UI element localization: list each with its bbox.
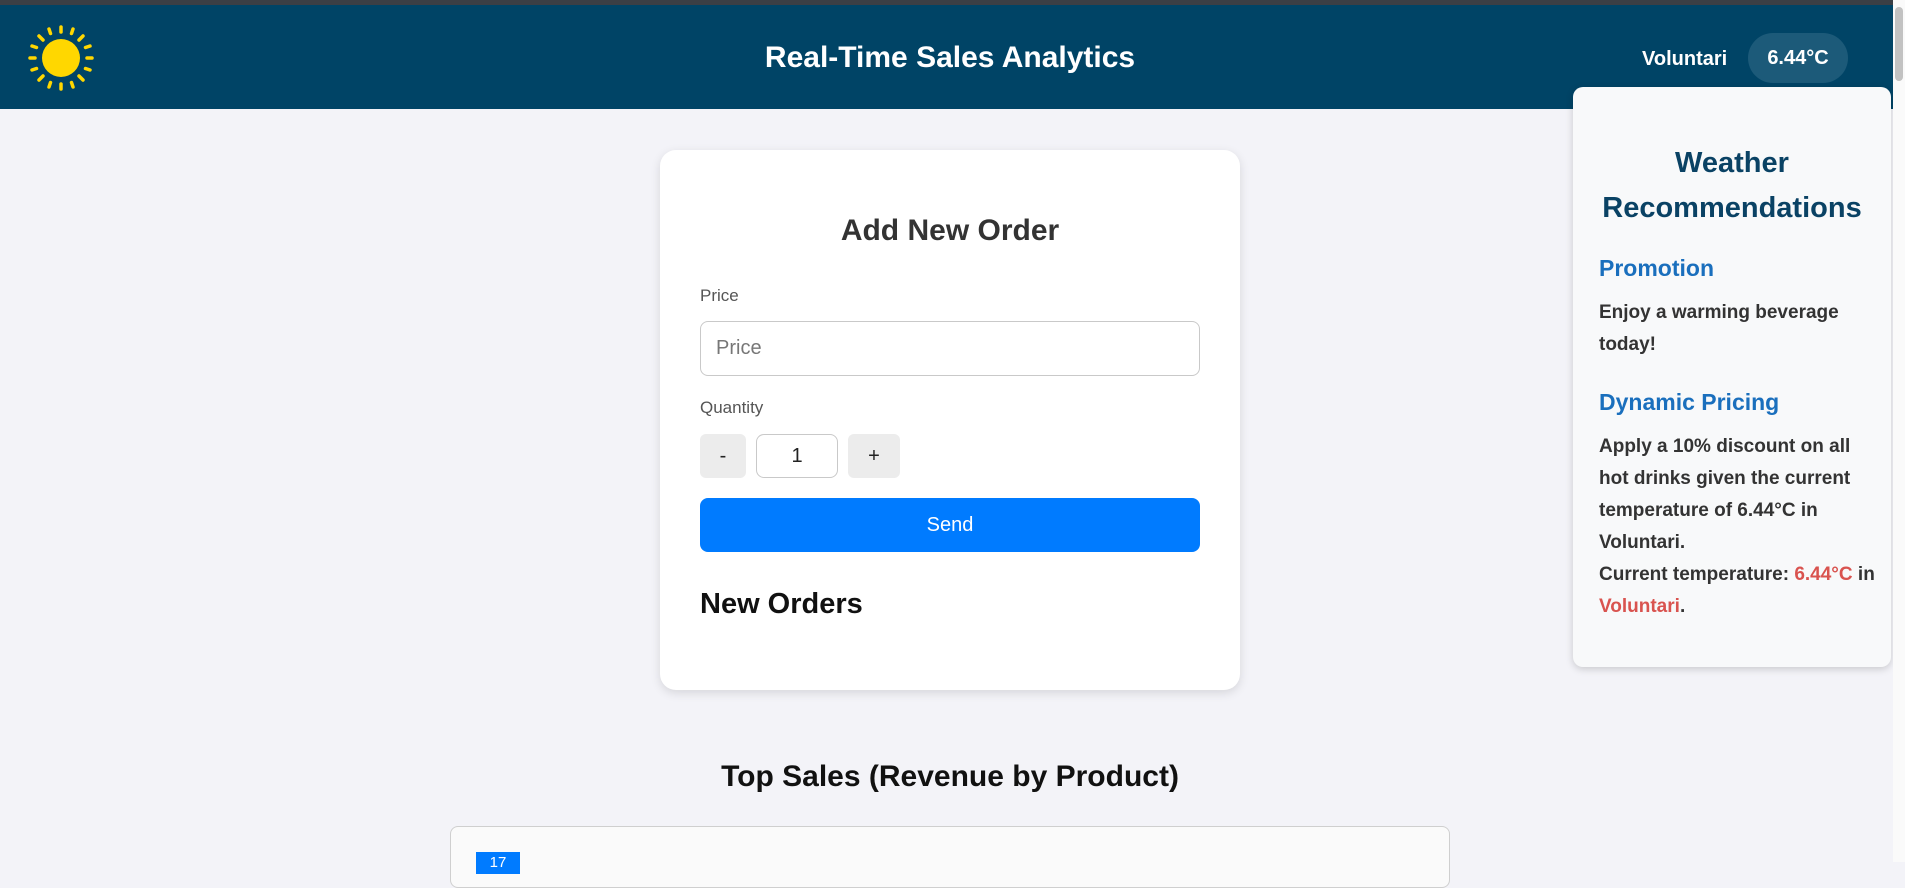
page-scrollbar[interactable] [1893, 0, 1905, 862]
dynamic-pricing-description: Apply a 10% discount on all hot drinks g… [1599, 436, 1851, 553]
weather-recommendations-panel: Weather Recommendations Promotion Enjoy … [1573, 87, 1891, 667]
header-temperature-badge: 6.44°C [1748, 33, 1848, 83]
send-button[interactable]: Send [700, 498, 1200, 552]
current-temp-prefix: Current temperature: [1599, 564, 1790, 585]
price-input[interactable] [700, 321, 1200, 376]
quantity-input[interactable] [756, 434, 838, 478]
price-label: Price [700, 286, 739, 305]
increment-button[interactable]: + [848, 434, 900, 478]
dynamic-pricing-text: Apply a 10% discount on all hot drinks g… [1599, 431, 1879, 623]
promotion-heading: Promotion [1599, 255, 1714, 281]
top-sales-chart: 17 [450, 826, 1450, 888]
current-temp-suffix: . [1679, 596, 1686, 617]
current-temp-in: in [1857, 564, 1875, 585]
add-order-card: Add New Order Price Quantity - + Send Ne… [660, 150, 1240, 690]
current-temp-value: 6.44°C [1794, 564, 1853, 585]
quantity-label: Quantity [700, 398, 764, 417]
current-city-value: Voluntari [1599, 596, 1680, 617]
decrement-button[interactable]: - [700, 434, 746, 478]
promotion-text: Enjoy a warming beverage today! [1599, 302, 1839, 355]
scrollbar-thumb[interactable] [1895, 7, 1903, 81]
chart-bar-label: 17 [476, 852, 520, 874]
top-sales-title: Top Sales (Revenue by Product) [721, 760, 1179, 793]
new-orders-heading: New Orders [700, 588, 863, 620]
header-city: Voluntari [1642, 48, 1728, 70]
weather-panel-title: Weather Recommendations [1602, 147, 1862, 224]
dynamic-pricing-heading: Dynamic Pricing [1599, 389, 1780, 415]
app-title: Real-Time Sales Analytics [764, 41, 1136, 74]
add-order-title: Add New Order [840, 214, 1060, 247]
